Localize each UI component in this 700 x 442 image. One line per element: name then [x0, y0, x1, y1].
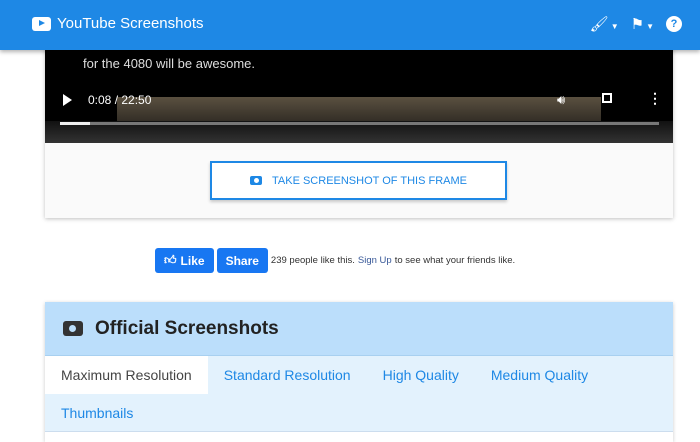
- video-card: for the 4080 will be awesome. 0:08 / 22:…: [45, 40, 673, 218]
- thumbs-up-icon: 👍︎: [164, 253, 177, 267]
- progress-slider[interactable]: [60, 122, 659, 125]
- tab-maximum-resolution[interactable]: Maximum Resolution: [45, 356, 208, 394]
- more-options-icon[interactable]: ⋮: [648, 90, 662, 107]
- like-count: 239 people like this.: [270, 255, 355, 266]
- volume-icon[interactable]: 🔊︎: [557, 92, 565, 108]
- tab-standard-resolution[interactable]: Standard Resolution: [208, 356, 367, 394]
- video-player[interactable]: for the 4080 will be awesome. 0:08 / 22:…: [45, 40, 673, 143]
- tab-high-quality[interactable]: High Quality: [367, 356, 475, 394]
- signup-suffix: to see what your friends like.: [394, 255, 516, 266]
- signup-link[interactable]: Sign Up: [358, 255, 392, 266]
- top-navbar: YouTube Screenshots 🖌 ▼ ⚑ ▼ ?: [0, 0, 700, 50]
- paint-brush-icon: 🖌: [589, 16, 609, 33]
- facebook-like-widget: 👍︎ Like Share 239 people like this. Sign …: [155, 248, 515, 273]
- fullscreen-icon[interactable]: [602, 93, 612, 103]
- brand-link[interactable]: YouTube Screenshots: [32, 15, 204, 32]
- camera-icon: [250, 176, 262, 185]
- play-icon[interactable]: [63, 94, 72, 106]
- facebook-share-button[interactable]: Share: [216, 248, 268, 273]
- panel-title: Official Screenshots: [95, 317, 279, 339]
- flag-icon: ⚑: [630, 16, 645, 33]
- tab-thumbnails[interactable]: Thumbnails: [45, 394, 149, 432]
- resolution-tabs: Maximum Resolution Standard Resolution H…: [45, 356, 673, 432]
- caret-down-icon: ▼: [646, 22, 654, 31]
- app-title: YouTube Screenshots: [57, 15, 204, 32]
- official-screenshots-panel: Official Screenshots Maximum Resolution …: [45, 302, 673, 442]
- video-time: 0:08 / 22:50: [88, 93, 152, 107]
- youtube-logo-icon: [32, 16, 51, 31]
- language-menu-button[interactable]: ⚑ ▼: [631, 15, 654, 33]
- tab-medium-quality[interactable]: Medium Quality: [475, 356, 604, 394]
- share-label: Share: [225, 253, 259, 268]
- camera-icon: [63, 321, 83, 336]
- take-screenshot-label: TAKE SCREENSHOT OF THIS FRAME: [272, 174, 467, 187]
- theme-menu-button[interactable]: 🖌 ▼: [590, 15, 619, 33]
- take-screenshot-button[interactable]: TAKE SCREENSHOT OF THIS FRAME: [210, 161, 507, 200]
- progress-fill: [60, 122, 90, 125]
- facebook-like-button[interactable]: 👍︎ Like: [155, 248, 214, 273]
- help-icon[interactable]: ?: [666, 16, 682, 32]
- video-caption: for the 4080 will be awesome.: [83, 56, 255, 71]
- like-label: Like: [180, 253, 205, 268]
- caret-down-icon: ▼: [610, 22, 619, 31]
